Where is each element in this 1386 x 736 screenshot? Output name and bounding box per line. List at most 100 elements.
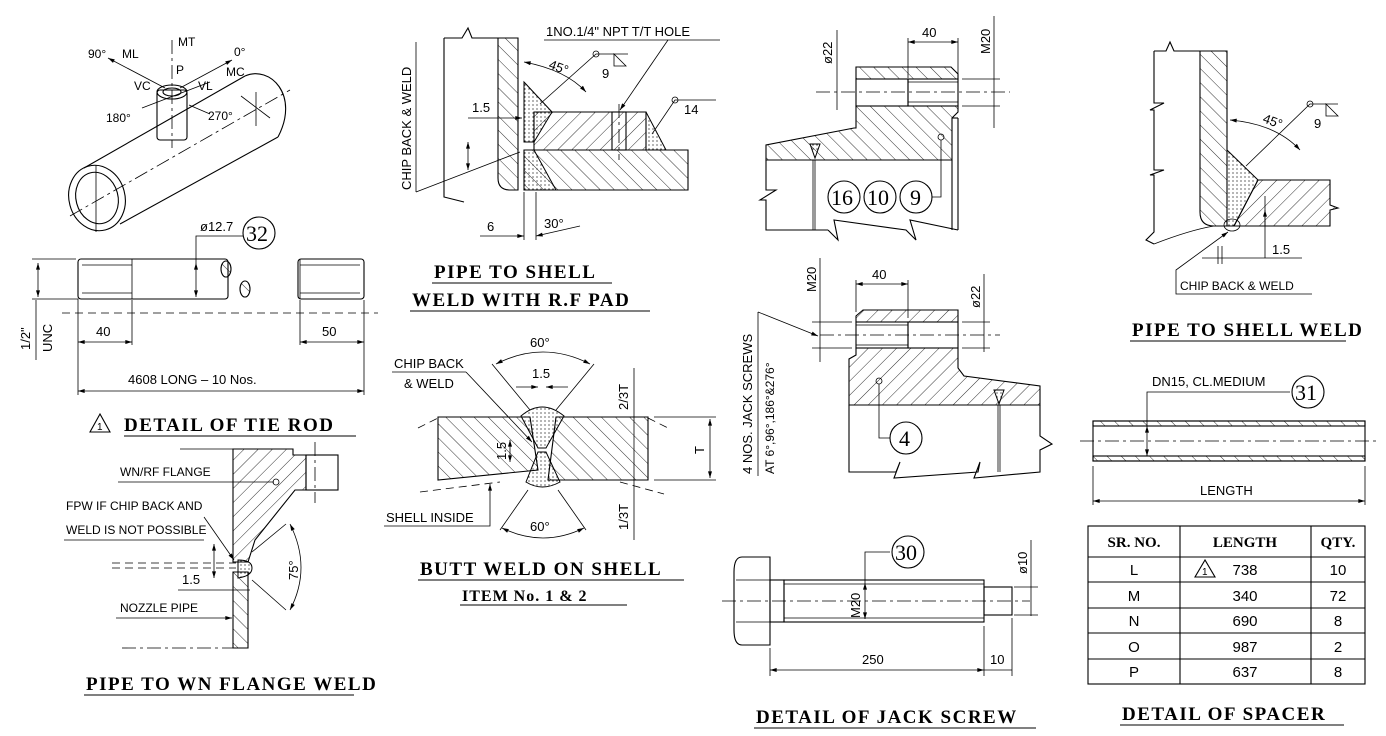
jack-screw-note-1: 4 NOS. JACK SCREWS <box>740 334 755 474</box>
flange-weld-detail: WN/RF FLANGE FPW IF CHIP BACK AND WELD I… <box>64 442 377 696</box>
butt-weld-subtitle: ITEM No. 1 & 2 <box>462 588 588 605</box>
bevel-angle-top: 45° <box>547 57 571 78</box>
gap-dimension: 1.5 <box>182 572 200 587</box>
table-header-sr-no: SR. NO. <box>1108 535 1161 551</box>
jack-screw-boss-top: 40 ø22 M20 16 10 9 <box>758 16 1010 242</box>
spacer-table: SR. NO. LENGTH QTY. L 1 738 10 M 340 72 … <box>1087 525 1366 685</box>
svg-text:1: 1 <box>97 422 103 433</box>
mc-label: MC <box>226 65 245 79</box>
wn-rf-flange-note: WN/RF FLANGE <box>120 465 211 479</box>
bore-diameter: ø22 <box>820 42 835 64</box>
tie-rod-item-bubble: 32 <box>246 221 268 246</box>
svg-text:1: 1 <box>1202 567 1208 578</box>
bevel-angle: 45° <box>1261 111 1285 132</box>
angle-90-label: 90° <box>88 47 106 61</box>
thickness-label: T <box>692 446 707 454</box>
qty-cell: 72 <box>1330 588 1347 605</box>
jack-screw-item-bubble: 30 <box>895 540 917 565</box>
fpw-note-1: FPW IF CHIP BACK AND <box>66 499 203 513</box>
tip-diameter: ø10 <box>1015 552 1030 574</box>
table-row: P 637 8 <box>1129 664 1342 681</box>
spacer-detail: DN15, CL.MEDIUM 31 LENGTH SR. NO. LENGTH… <box>1080 374 1380 726</box>
fillet-weld-size: 9 <box>1314 116 1321 131</box>
ml-label: ML <box>122 47 139 61</box>
sr-cell: L <box>1130 562 1138 579</box>
table-row: L 1 738 10 <box>1130 558 1347 579</box>
item-bubble-10: 10 <box>867 185 889 210</box>
chip-back-note-2: & WELD <box>404 376 454 391</box>
right-thread-length: 50 <box>322 324 336 339</box>
length-cell: 340 <box>1232 588 1257 605</box>
sr-cell: P <box>1129 664 1139 681</box>
table-row: O 987 2 <box>1128 639 1342 656</box>
spacer-title: DETAIL OF SPACER <box>1122 704 1326 725</box>
length-cell: 690 <box>1232 613 1257 630</box>
shank-length: 250 <box>862 652 884 667</box>
jack-screw-title: DETAIL OF JACK SCREW <box>756 707 1018 728</box>
length-label: LENGTH <box>1200 483 1253 498</box>
chip-back-note: CHIP BACK & WELD <box>399 67 414 190</box>
pipe-shell-rf-pad-detail: 6 30° 1.5 45° 9 14 1NO.1/4" NPT T/T HOLE… <box>399 24 720 312</box>
length-cell: 987 <box>1232 639 1257 656</box>
fillet-weld-size-14: 14 <box>684 102 698 117</box>
butt-weld-title: BUTT WELD ON SHELL <box>420 559 662 580</box>
root-dimension: 6 <box>487 219 494 234</box>
thread-size: M20 <box>978 29 993 54</box>
pipe-shell-weld-detail: 45° 9 1.5 CHIP BACK & WELD PIPE TO SHELL… <box>1130 40 1363 342</box>
revision-triangle-icon: 1 <box>1194 558 1216 578</box>
flange-weld-title: PIPE TO WN FLANGE WELD <box>86 674 377 695</box>
root-face-dimension: 1.5 <box>494 442 509 460</box>
nozzle-pipe-note: NOZZLE PIPE <box>120 601 198 615</box>
thread-size-label: 1/2" <box>18 327 33 350</box>
npt-hole-note: 1NO.1/4" NPT T/T HOLE <box>546 24 690 39</box>
fillet-weld-size-9: 9 <box>602 66 609 81</box>
thread-depth: 40 <box>922 25 936 40</box>
table-row: N 690 8 <box>1129 613 1343 630</box>
item-bubble-4: 4 <box>899 426 910 451</box>
sr-cell: O <box>1128 639 1140 656</box>
mt-label: MT <box>178 35 196 49</box>
bevel-angle-bottom: 30° <box>544 216 564 231</box>
nozzle-iso-view: 90° ML MT P 0° MC VC VL 180° 270° <box>68 35 291 232</box>
qty-cell: 8 <box>1334 613 1342 630</box>
table-header-length: LENGTH <box>1213 535 1278 551</box>
lower-depth-label: 1/3T <box>616 504 631 530</box>
fpw-note-2: WELD IS NOT POSSIBLE <box>66 523 206 537</box>
left-thread-length: 40 <box>96 324 110 339</box>
tip-length: 10 <box>990 652 1004 667</box>
chip-back-note-1: CHIP BACK <box>394 356 464 371</box>
vc-label: VC <box>134 79 151 93</box>
angle-180-label: 180° <box>106 111 131 125</box>
jack-screw-boss-mid: 40 M20 ø22 4 NOS. JACK SCREWS AT 6°,96°,… <box>740 258 1054 479</box>
table-header-qty: QTY. <box>1321 535 1356 551</box>
tie-rod-detail: 90° ML MT P 0° MC VC VL 180° 270° ø12.7 … <box>18 35 378 437</box>
pipe-shell-title: PIPE TO SHELL WELD <box>1132 320 1363 341</box>
item-bubble-16: 16 <box>831 185 853 210</box>
angle-0-label: 0° <box>234 45 246 59</box>
jack-screw-note-2: AT 6°,96°,186°&276° <box>763 362 777 474</box>
table-row: M 340 72 <box>1128 588 1347 605</box>
thread-size: M20 <box>848 593 863 618</box>
engineering-drawing-sheet: 90° ML MT P 0° MC VC VL 180° 270° ø12.7 … <box>18 16 1380 729</box>
bevel-angle: 75° <box>286 560 301 580</box>
butt-weld-detail: 60° 60° 1.5 1.5 2/3T 1/3T T CHIP BACK & … <box>384 335 716 606</box>
revision-triangle-icon: 1 <box>89 412 111 433</box>
thread-depth: 40 <box>872 267 886 282</box>
length-cell: 637 <box>1232 664 1257 681</box>
chip-back-note: CHIP BACK & WELD <box>1180 279 1294 293</box>
sr-cell: M <box>1128 588 1141 605</box>
groove-angle-top: 60° <box>530 335 550 350</box>
angle-270-label: 270° <box>208 109 233 123</box>
tie-rod-title: DETAIL OF TIE ROD <box>124 415 334 436</box>
length-cell: 738 <box>1232 562 1257 579</box>
gap-dimension: 1.5 <box>472 100 490 115</box>
gap-dimension: 1.5 <box>1272 242 1290 257</box>
rod-diameter-label: ø12.7 <box>200 219 233 234</box>
gap-dimension: 1.5 <box>532 366 550 381</box>
spacer-item-bubble: 31 <box>1295 380 1317 405</box>
bore-diameter: ø22 <box>968 286 983 308</box>
qty-cell: 10 <box>1330 562 1347 579</box>
sr-cell: N <box>1129 613 1140 630</box>
pipe-shell-rf-title-2: WELD WITH R.F PAD <box>412 290 630 311</box>
jack-screw-detail: M20 30 ø10 250 10 DETAIL OF JACK SCREW <box>722 535 1038 729</box>
